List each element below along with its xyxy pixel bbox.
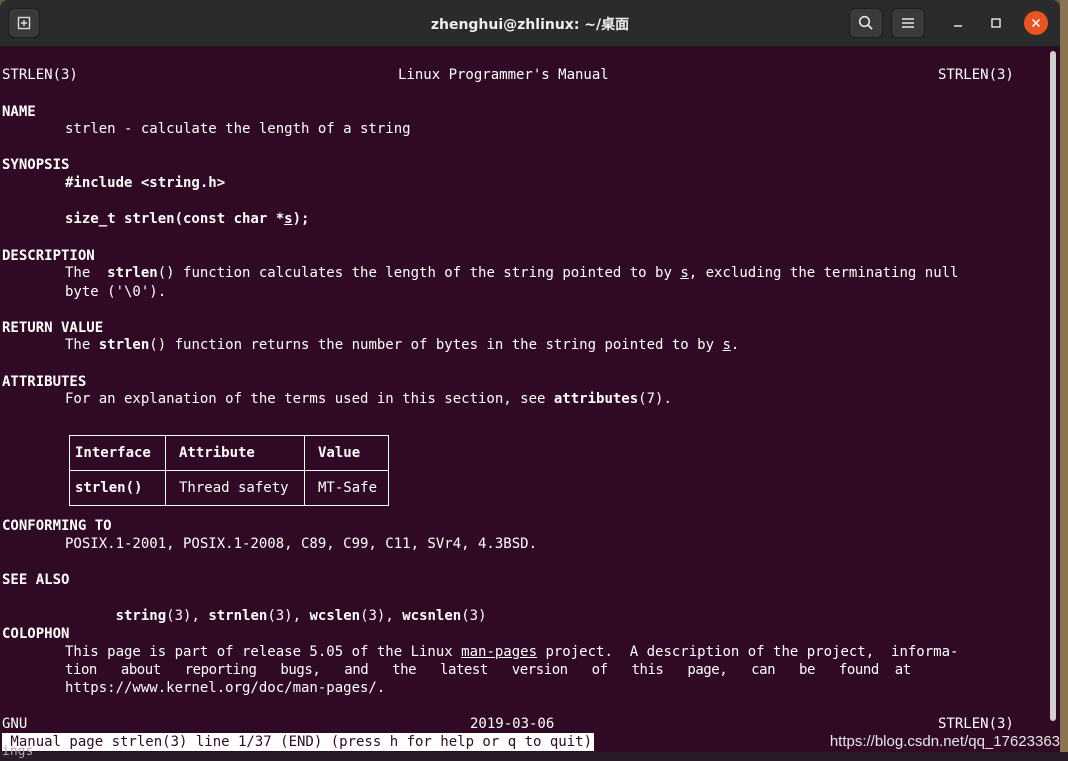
table-header-cell: Value <box>304 435 389 471</box>
name-text: strlen - calculate the length of a strin… <box>65 121 411 137</box>
see-also-item: wcslen(3), <box>309 608 403 624</box>
maximize-button[interactable] <box>984 11 1008 35</box>
colophon-line-2: tion about reporting bugs, and the lates… <box>65 662 911 678</box>
section-heading-name: NAME <box>2 104 36 120</box>
description-line-2: byte ('\0'). <box>65 284 167 300</box>
table-row: strlen() Thread safety MT-Safe <box>69 470 389 506</box>
watermark-text: https://blog.csdn.net/qq_17623363 <box>829 733 1060 750</box>
return-value-text: The strlen() function returns the number… <box>65 337 740 353</box>
underlying-window-text: ings <box>2 744 34 759</box>
table-cell: Thread safety <box>165 470 305 506</box>
terminal-scrollbar[interactable] <box>1050 51 1056 721</box>
man-header-right: STRLEN(3) <box>938 67 1014 83</box>
section-heading-attributes: ATTRIBUTES <box>2 374 87 390</box>
attributes-table: Interface Attribute Value strlen() Threa… <box>69 435 389 506</box>
table-cell: MT-Safe <box>304 470 389 506</box>
section-heading-description: DESCRIPTION <box>2 248 95 264</box>
search-icon <box>858 15 873 30</box>
section-heading-return-value: RETURN VALUE <box>2 320 104 336</box>
man-header-left: STRLEN(3) <box>2 67 78 83</box>
menu-button[interactable] <box>891 8 925 38</box>
see-also-list: string(3), strnlen(3), wcslen(3), wcsnle… <box>65 589 487 624</box>
maximize-icon <box>991 18 1001 28</box>
colophon-line-3: https://www.kernel.org/doc/man-pages/. <box>65 680 386 696</box>
man-footer-right: STRLEN(3) <box>938 716 1014 732</box>
terminal-content[interactable]: STRLEN(3) Linux Programmer's Manual STRL… <box>0 47 1060 752</box>
man-header-center: Linux Programmer's Manual <box>398 67 609 83</box>
section-heading-see-also: SEE ALSO <box>2 572 70 588</box>
close-icon <box>1031 18 1041 28</box>
table-header-cell: Attribute <box>165 435 305 471</box>
section-heading-conforming-to: CONFORMING TO <box>2 518 112 534</box>
section-heading-synopsis: SYNOPSIS <box>2 157 70 173</box>
pager-status-line: Manual page strlen(3) line 1/37 (END) (p… <box>2 733 595 751</box>
conforming-text: POSIX.1-2001, POSIX.1-2008, C89, C99, C1… <box>65 536 538 552</box>
attributes-text: For an explanation of the terms used in … <box>65 391 672 407</box>
colophon-line-1: This page is part of release 5.05 of the… <box>65 644 959 660</box>
search-button[interactable] <box>849 8 883 38</box>
table-header-cell: Interface <box>69 435 166 471</box>
table-cell: strlen() <box>69 470 166 506</box>
desktop-background <box>1060 0 1068 761</box>
minimize-icon <box>954 25 962 27</box>
synopsis-include: #include <string.h> <box>65 175 226 191</box>
see-also-item: string(3), <box>115 608 209 624</box>
section-heading-colophon: COLOPHON <box>2 626 70 642</box>
synopsis-prototype: size_t strlen(const char *s); <box>65 211 310 227</box>
man-footer-left: GNU <box>2 716 28 732</box>
underlying-window-strip <box>0 752 1068 761</box>
title-bar[interactable]: zhenghui@zhlinux: ~/桌面 <box>0 0 1060 47</box>
hamburger-menu-icon <box>902 18 914 28</box>
see-also-item: strnlen(3), <box>208 608 310 624</box>
description-line-1: The strlen() function calculates the len… <box>65 265 959 281</box>
man-footer-center: 2019-03-06 <box>470 716 555 732</box>
table-header-row: Interface Attribute Value <box>69 435 389 471</box>
see-also-item: wcsnlen(3) <box>402 608 487 624</box>
close-button[interactable] <box>1024 11 1048 35</box>
terminal-window: zhenghui@zhlinux: ~/桌面 STRLEN(3) Linux P… <box>0 0 1060 752</box>
minimize-button[interactable] <box>946 11 970 35</box>
